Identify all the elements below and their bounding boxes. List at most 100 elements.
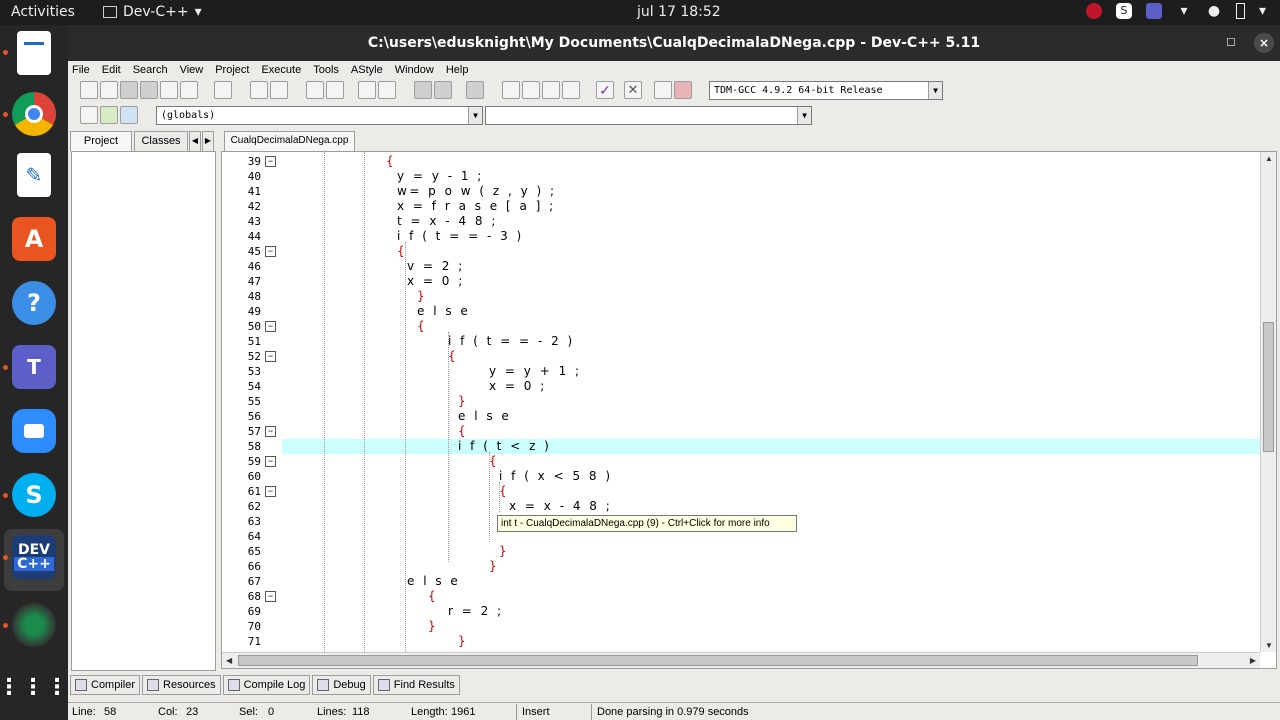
code-line[interactable]: {: [282, 589, 1260, 604]
code-line[interactable]: i f ( t = = - 2 ): [282, 334, 1260, 349]
fold-toggle-icon[interactable]: −: [265, 156, 276, 167]
code-line[interactable]: {: [282, 454, 1260, 469]
skype-tray-icon[interactable]: S: [1115, 3, 1132, 19]
menu-item-project[interactable]: Project: [215, 64, 249, 76]
scroll-left-icon[interactable]: ◀: [226, 656, 232, 665]
check-icon[interactable]: ✓: [596, 81, 614, 99]
teams-icon[interactable]: T: [12, 345, 56, 389]
code-line[interactable]: }: [282, 289, 1260, 304]
print-icon[interactable]: [214, 81, 232, 99]
window-icon[interactable]: [522, 81, 540, 99]
compiler-select[interactable]: TDM-GCC 4.9.2 64-bit Release ▼: [709, 81, 943, 100]
tab-scroll-right-icon[interactable]: ▶: [202, 131, 214, 151]
code-line[interactable]: }: [282, 634, 1260, 649]
menu-item-edit[interactable]: Edit: [102, 64, 121, 76]
code-line[interactable]: }: [282, 619, 1260, 634]
code-line[interactable]: e l s e: [282, 574, 1260, 589]
scroll-right-icon[interactable]: ▶: [1250, 656, 1256, 665]
close-all-icon[interactable]: [180, 81, 198, 99]
save-all-icon[interactable]: [140, 81, 158, 99]
software-center-icon[interactable]: A: [12, 217, 56, 261]
tab-compiler[interactable]: Compiler: [70, 675, 141, 695]
chrome-icon[interactable]: [12, 92, 56, 136]
save-icon[interactable]: [120, 81, 138, 99]
battery-icon[interactable]: [1235, 3, 1245, 19]
teams-tray-icon[interactable]: [1145, 3, 1162, 19]
fold-toggle-icon[interactable]: −: [265, 321, 276, 332]
chevron-down-icon[interactable]: ▼: [928, 82, 942, 99]
close-icon[interactable]: ×: [1254, 33, 1274, 53]
menu-item-file[interactable]: File: [72, 64, 90, 76]
tab-resources[interactable]: Resources: [142, 675, 221, 695]
insert-icon[interactable]: [80, 106, 98, 124]
skype-icon[interactable]: S: [12, 473, 56, 517]
text-editor-icon[interactable]: ✎: [17, 153, 51, 197]
horizontal-scroll-thumb[interactable]: [238, 655, 1198, 666]
devcpp-icon[interactable]: DEV C++: [12, 535, 56, 579]
menu-item-execute[interactable]: Execute: [261, 64, 301, 76]
code-editor[interactable]: 39−40 41 42 43 44 45−46 47 48 49 50−51 52−53 54 55 56…: [221, 151, 1277, 669]
indent-icon[interactable]: [358, 81, 376, 99]
open-file-icon[interactable]: [100, 81, 118, 99]
code-line[interactable]: {: [282, 349, 1260, 364]
menu-item-help[interactable]: Help: [446, 64, 469, 76]
goto-icon[interactable]: [100, 106, 118, 124]
code-line[interactable]: {: [282, 244, 1260, 259]
code-line[interactable]: e l s e: [282, 304, 1260, 319]
unindent-icon[interactable]: [378, 81, 396, 99]
scroll-down-icon[interactable]: ▼: [1265, 641, 1273, 650]
bookmark-icon[interactable]: [466, 81, 484, 99]
tab-project[interactable]: Project: [70, 131, 132, 151]
libreoffice-writer-icon[interactable]: [17, 31, 51, 75]
vertical-scroll-thumb[interactable]: [1263, 322, 1274, 452]
menu-item-astyle[interactable]: AStyle: [351, 64, 383, 76]
code-line[interactable]: i f ( t < z ): [282, 439, 1260, 454]
activities-button[interactable]: Activities: [11, 4, 75, 20]
code-line[interactable]: t = x - 4 8 ;: [282, 214, 1260, 229]
help-icon[interactable]: ?: [12, 281, 56, 325]
menu-item-tools[interactable]: Tools: [313, 64, 339, 76]
code-line[interactable]: w= p o w ( z , y ) ;: [282, 184, 1260, 199]
tab-debug[interactable]: Debug: [312, 675, 371, 695]
clock[interactable]: jul 17 18:52: [637, 4, 721, 20]
zoom-icon[interactable]: [12, 409, 56, 453]
restore-icon[interactable]: ◻: [1226, 34, 1236, 48]
fold-toggle-icon[interactable]: −: [265, 426, 276, 437]
fold-toggle-icon[interactable]: −: [265, 246, 276, 257]
goto-forward-icon[interactable]: [434, 81, 452, 99]
goto-back-icon[interactable]: [414, 81, 432, 99]
record-icon[interactable]: [1085, 3, 1102, 19]
code-line[interactable]: {: [282, 424, 1260, 439]
new-file-icon[interactable]: [80, 81, 98, 99]
show-applications-icon[interactable]: ⋮⋮⋮: [0, 665, 68, 709]
chart-icon[interactable]: [654, 81, 672, 99]
fold-toggle-icon[interactable]: −: [265, 456, 276, 467]
find-icon[interactable]: [306, 81, 324, 99]
scroll-up-icon[interactable]: ▲: [1265, 154, 1273, 163]
class-browser-icon[interactable]: [542, 81, 560, 99]
code-line[interactable]: x = f r a s e [ a ] ;: [282, 199, 1260, 214]
fold-toggle-icon[interactable]: −: [265, 351, 276, 362]
function-select[interactable]: ▼: [485, 106, 812, 125]
code-line[interactable]: {: [282, 319, 1260, 334]
tab-classes[interactable]: Classes: [134, 131, 188, 151]
microphone-icon[interactable]: ●: [1206, 3, 1222, 19]
tab-scroll-left-icon[interactable]: ◀: [189, 131, 201, 151]
code-line[interactable]: x = 0 ;: [282, 274, 1260, 289]
redo-icon[interactable]: [270, 81, 288, 99]
chevron-down-icon[interactable]: ▾: [1259, 3, 1266, 19]
code-line[interactable]: x = x - 4 8 ;: [282, 499, 1260, 514]
code-line[interactable]: y = y - 1 ;: [282, 169, 1260, 184]
fold-toggle-icon[interactable]: −: [265, 591, 276, 602]
code-line[interactable]: }: [282, 559, 1260, 574]
close-file-icon[interactable]: [160, 81, 178, 99]
photo-app-icon[interactable]: [12, 603, 56, 647]
vertical-scrollbar[interactable]: ▲ ▼: [1260, 152, 1276, 652]
debug-icon[interactable]: [674, 81, 692, 99]
replace-icon[interactable]: [326, 81, 344, 99]
horizontal-scrollbar[interactable]: ◀ ▶: [222, 652, 1260, 668]
code-line[interactable]: {: [282, 484, 1260, 499]
undo-icon[interactable]: [250, 81, 268, 99]
code-line[interactable]: }: [282, 544, 1260, 559]
system-tray[interactable]: S ▾ ● ▾: [1085, 3, 1266, 19]
